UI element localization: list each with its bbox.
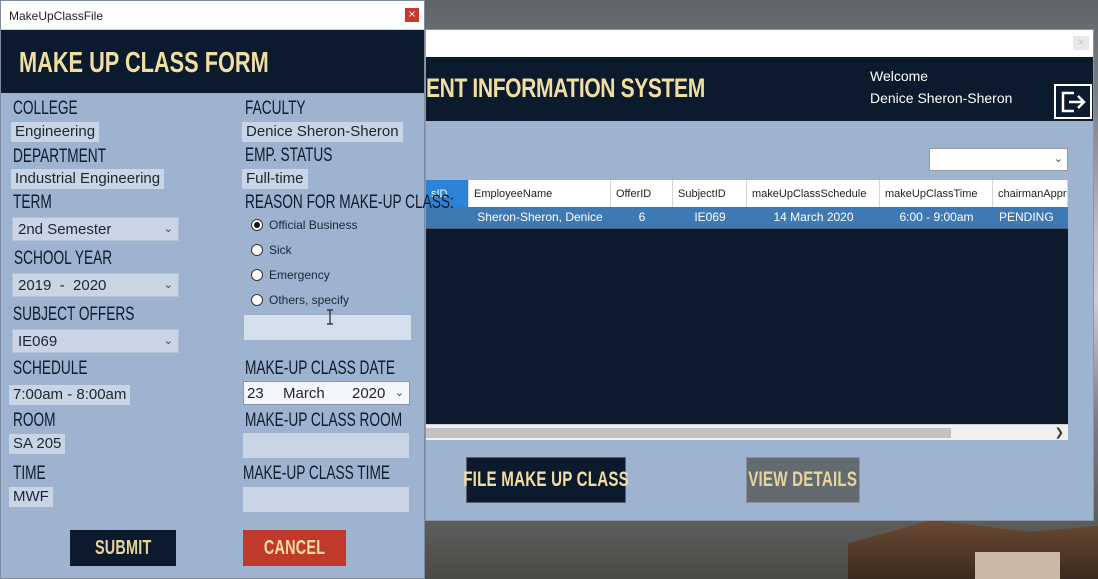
makeup-date-year[interactable]: 2020 [352, 385, 385, 402]
view-details-button[interactable]: VIEW DETAILS [746, 457, 860, 503]
column-header-time[interactable]: makeUpClassTime [880, 180, 993, 207]
subject-offers-select-value: IE069 [18, 333, 58, 350]
logout-button[interactable] [1054, 84, 1092, 119]
faculty-label: FACULTY [245, 98, 306, 119]
main-titlebar: × [426, 30, 1093, 57]
department-value: Industrial Engineering [11, 169, 165, 189]
background-house-wall [975, 552, 1060, 579]
dialog-heading: MAKE UP CLASS FORM [19, 47, 269, 79]
college-value: Engineering [11, 122, 100, 142]
reason-option-others[interactable]: Others, specify [251, 291, 349, 309]
emp-status-value: Full-time [242, 169, 308, 189]
term-select-value: 2nd Semester [18, 221, 112, 238]
chevron-down-icon: ⌄ [163, 335, 173, 347]
scrollbar-thumb[interactable] [426, 428, 951, 438]
chevron-down-icon[interactable]: ⌄ [395, 386, 404, 399]
time-label: TIME [13, 463, 46, 484]
makeup-room-label: MAKE-UP CLASS ROOM [245, 410, 403, 431]
chevron-right-icon[interactable]: ❯ [1055, 426, 1064, 439]
welcome-label: Welcome [870, 68, 929, 84]
column-header-subject[interactable]: SubjectID [673, 180, 747, 207]
school-year-label: SCHOOL YEAR [14, 248, 113, 269]
cell-time: 6:00 - 9:00am [899, 210, 974, 224]
makeup-class-grid[interactable]: sID EmployeeName OfferID SubjectID makeU… [426, 180, 1068, 440]
grid-divider [426, 228, 1068, 229]
submit-button[interactable]: SUBMIT [70, 530, 176, 566]
room-value: SA 205 [9, 434, 66, 454]
main-window: × ENT INFORMATION SYSTEM Welcome Denice … [425, 29, 1094, 521]
main-title: ENT INFORMATION SYSTEM [426, 73, 705, 103]
makeup-date-day[interactable]: 23 [247, 385, 264, 402]
chevron-down-icon: ⌄ [163, 223, 173, 235]
main-header: ENT INFORMATION SYSTEM Welcome Denice Sh… [426, 57, 1093, 121]
submit-label: SUBMIT [94, 536, 152, 559]
makeup-class-dialog: MakeUpClassFile × MAKE UP CLASS FORM COL… [0, 0, 454, 579]
schedule-label: SCHEDULE [13, 358, 88, 379]
school-year-select[interactable]: 2019 - 2020 ⌄ [12, 273, 179, 297]
file-make-up-class-button[interactable]: FILE MAKE UP CLASS [463, 457, 629, 503]
school-year-select-value: 2019 - 2020 [18, 277, 107, 294]
term-select[interactable]: 2nd Semester ⌄ [12, 217, 179, 241]
makeup-date-month[interactable]: March [283, 385, 325, 402]
subject-offers-label: SUBJECT OFFERS [13, 304, 135, 325]
radio-icon[interactable] [251, 244, 263, 256]
chevron-down-icon: ⌄ [163, 279, 173, 291]
radio-icon[interactable] [251, 269, 263, 281]
makeup-date-label: MAKE-UP CLASS DATE [245, 358, 396, 379]
reason-option-emergency[interactable]: Emergency [251, 266, 330, 284]
makeup-room-input[interactable] [243, 433, 409, 458]
dialog-header: MAKE UP CLASS FORM [1, 30, 424, 93]
dialog-titlebar: MakeUpClassFile × [1, 1, 424, 30]
table-row[interactable]: Sheron-Sheron, Denice 6 IE069 14 March 2… [426, 207, 1068, 228]
chevron-down-icon: ⌄ [1053, 152, 1063, 165]
emp-status-label: EMP. STATUS [245, 145, 333, 166]
radio-icon[interactable] [251, 294, 263, 306]
view-details-label: VIEW DETAILS [748, 468, 858, 491]
cell-subject: IE069 [694, 210, 726, 224]
department-label: DEPARTMENT [13, 146, 106, 167]
makeup-date-picker[interactable]: 23 March 2020 ⌄ [243, 381, 410, 405]
schedule-value: 7:00am - 8:00am [9, 385, 131, 405]
filter-dropdown[interactable]: ⌄ [929, 148, 1068, 171]
room-label: ROOM [13, 410, 56, 431]
college-label: COLLEGE [13, 98, 78, 119]
reason-option-official-business[interactable]: Official Business [251, 216, 357, 234]
file-make-up-class-label: FILE MAKE UP CLASS [463, 468, 629, 491]
logout-icon [1061, 91, 1086, 112]
makeup-time-input[interactable] [243, 487, 409, 512]
dialog-close-button[interactable]: × [405, 8, 419, 22]
subject-offers-select[interactable]: IE069 ⌄ [12, 329, 179, 353]
cell-approval: PENDING [999, 210, 1054, 224]
cell-employee: Sheron-Sheron, Denice [477, 210, 603, 224]
cell-schedule: 14 March 2020 [773, 210, 854, 224]
cancel-button[interactable]: CANCEL [243, 530, 346, 566]
cancel-label: CANCEL [263, 536, 326, 559]
reason-label: REASON FOR MAKE-UP CLASS: [245, 192, 454, 213]
reason-option-label: Official Business [269, 218, 358, 232]
term-label: TERM [13, 192, 52, 213]
column-header-approval[interactable]: chairmanApprov [993, 180, 1068, 207]
time-value: MWF [9, 487, 53, 507]
reason-option-sick[interactable]: Sick [251, 241, 292, 259]
dialog-window-title: MakeUpClassFile [9, 9, 104, 23]
column-header-offer[interactable]: OfferID [611, 180, 673, 207]
grid-horizontal-scrollbar[interactable]: ❯ [426, 424, 1068, 440]
faculty-value: Denice Sheron-Sheron [242, 122, 403, 142]
makeup-time-label: MAKE-UP CLASS TIME [243, 463, 390, 484]
column-header-schedule[interactable]: makeUpClassSchedule [747, 180, 880, 207]
cell-offer: 6 [638, 210, 646, 224]
reason-option-label: Sick [269, 243, 292, 257]
main-close-button[interactable]: × [1073, 36, 1089, 50]
reason-option-label: Others, specify [269, 293, 350, 307]
reason-option-label: Emergency [269, 268, 330, 282]
text-cursor-icon: ‍ [326, 309, 334, 329]
grid-header: sID EmployeeName OfferID SubjectID makeU… [426, 180, 1068, 207]
welcome-user-name: Denice Sheron-Sheron [870, 90, 1013, 106]
column-header-employee[interactable]: EmployeeName [469, 180, 611, 207]
radio-selected-icon[interactable] [251, 219, 263, 231]
